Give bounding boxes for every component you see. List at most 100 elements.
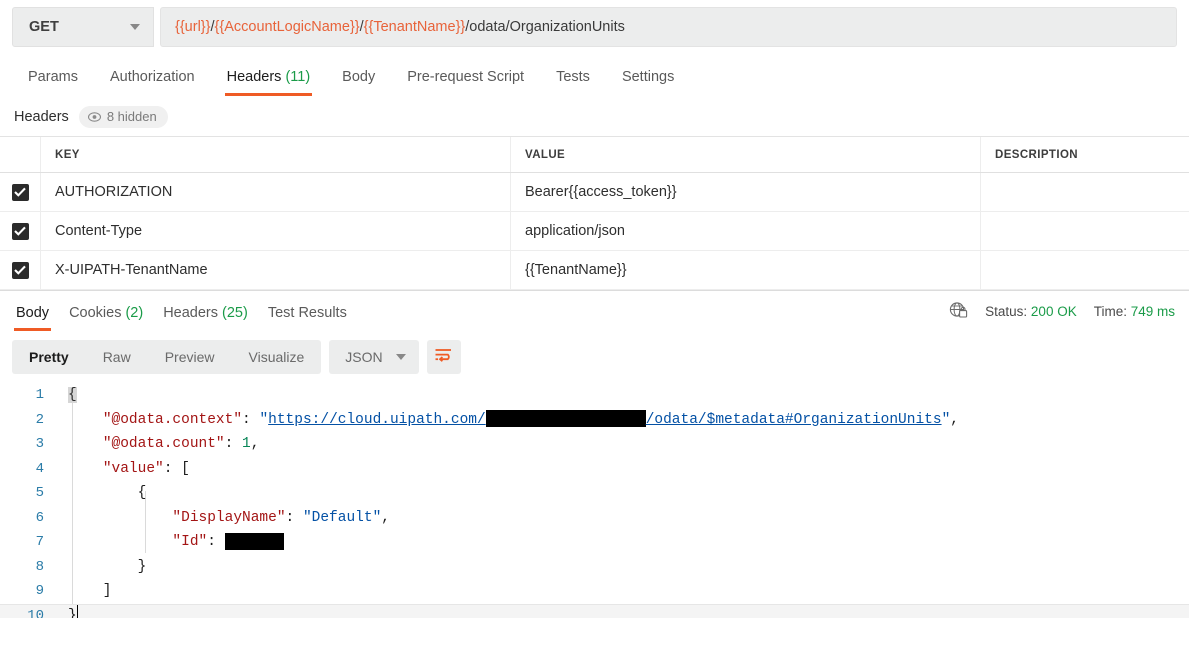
http-method-label: GET [29, 19, 59, 35]
request-tab-tests[interactable]: Tests [540, 69, 606, 96]
request-tab-authorization[interactable]: Authorization [94, 69, 211, 96]
code-line: 6 "DisplayName": "Default", [0, 506, 1189, 531]
tab-label: Body [342, 69, 376, 85]
header-enabled-checkbox[interactable] [11, 222, 29, 240]
response-tab-cookies[interactable]: Cookies (2) [59, 305, 153, 331]
header-description-cell[interactable] [980, 212, 1189, 250]
code-text: { [56, 383, 1189, 408]
code-line: 3 "@odata.count": 1, [0, 432, 1189, 457]
code-token: : [242, 411, 260, 428]
header-enabled-checkbox[interactable] [11, 261, 29, 279]
header-key-text: AUTHORIZATION [55, 184, 173, 200]
code-token: : [207, 534, 225, 550]
response-format-toolbar: Pretty Raw Preview Visualize JSON [0, 331, 1189, 383]
format-mode-preview[interactable]: Preview [148, 340, 232, 374]
header-row-checkbox-column [0, 137, 40, 172]
code-token: : [ [163, 460, 190, 477]
line-number: 9 [35, 583, 44, 599]
code-text: } [56, 604, 1189, 619]
format-mode-raw[interactable]: Raw [86, 340, 148, 374]
request-tab-params[interactable]: Params [12, 69, 94, 96]
code-text: } [56, 555, 1189, 580]
header-key-cell[interactable]: X-UIPATH-TenantName [40, 251, 510, 289]
tab-label: Headers [163, 305, 219, 321]
header-value-cell[interactable]: application/json [510, 212, 980, 250]
request-tab-pre-request-script[interactable]: Pre-request Script [391, 69, 540, 96]
code-token: https://cloud.uipath.com/ [268, 411, 486, 428]
table-row: X-UIPATH-TenantName {{TenantName}} [0, 251, 1189, 290]
code-token: 1 [242, 436, 251, 452]
checkmark-icon [14, 226, 26, 236]
line-number: 10 [27, 607, 44, 619]
line-number: 6 [35, 509, 44, 526]
code-text: "Id": [56, 530, 1189, 555]
row-checkbox-cell [0, 212, 40, 250]
tab-label: Body [16, 305, 50, 321]
code-line: 7 "Id": [0, 530, 1189, 555]
response-tab-headers[interactable]: Headers (25) [153, 305, 258, 331]
header-value-variable: {{TenantName}} [525, 262, 627, 278]
code-token: : [224, 436, 243, 452]
column-header-description: DESCRIPTION [995, 148, 1078, 161]
line-number: 1 [35, 387, 44, 403]
redacted-text [485, 410, 646, 428]
code-line: 8 } [0, 555, 1189, 580]
code-token: , [381, 509, 390, 526]
code-token: "value" [102, 460, 164, 477]
code-line: 9 ] [0, 579, 1189, 604]
code-token: , [950, 411, 959, 428]
response-bar: Body Cookies (2) Headers (25) Test Results … [0, 291, 1189, 331]
code-line: 2 "@odata.context": "https://cloud.uipat… [0, 408, 1189, 433]
response-body-editor[interactable]: 1 {2 "@odata.context": "https://cloud.uip… [0, 383, 1189, 618]
tab-label: Tests [556, 69, 590, 85]
request-url-input[interactable]: {{url}}/{{AccountLogicName}}/{{TenantNam… [160, 7, 1177, 47]
headers-title: Headers [14, 109, 69, 125]
tab-label: Headers [226, 69, 282, 85]
checkmark-icon [14, 187, 26, 197]
word-wrap-toggle[interactable] [426, 339, 461, 374]
line-number: 8 [35, 558, 44, 575]
header-value-cell[interactable]: {{TenantName}} [510, 251, 980, 289]
url-variable: {{AccountLogicName}} [214, 19, 360, 35]
code-token: "Id" [172, 534, 208, 550]
response-tab-test-results[interactable]: Test Results [258, 305, 357, 331]
response-language-select[interactable]: JSON [329, 339, 419, 374]
header-key-text: X-UIPATH-TenantName [55, 262, 208, 278]
request-url-text: {{url}}/{{AccountLogicName}}/{{TenantNam… [175, 19, 625, 35]
row-checkbox-cell [0, 173, 40, 211]
code-token: } [68, 607, 77, 619]
line-number: 3 [35, 436, 44, 452]
header-key-cell[interactable]: Content-Type [40, 212, 510, 250]
header-description-cell[interactable] [980, 173, 1189, 211]
code-token: { [68, 485, 147, 501]
header-key-cell[interactable]: AUTHORIZATION [40, 173, 510, 211]
url-variable: {{TenantName}} [363, 19, 466, 35]
text-cursor [76, 605, 79, 618]
header-description-cell[interactable] [980, 251, 1189, 289]
http-method-select[interactable]: GET [12, 7, 154, 47]
tab-label: Settings [621, 69, 675, 85]
request-tab-settings[interactable]: Settings [606, 69, 690, 96]
format-mode-pretty[interactable]: Pretty [12, 340, 86, 374]
header-value-cell[interactable]: Bearer {{access_token}} [510, 173, 980, 211]
code-token: "@odata.context" [102, 411, 243, 428]
tab-label: Params [28, 69, 78, 85]
format-mode-visualize[interactable]: Visualize [232, 340, 322, 374]
tab-count: (11) [281, 69, 311, 85]
tab-label: Pre-request Script [407, 69, 525, 85]
tab-count: (25) [218, 305, 248, 321]
url-literal: /odata/OrganizationUnits [465, 19, 625, 35]
request-tab-headers[interactable]: Headers (11) [211, 69, 327, 96]
header-enabled-checkbox[interactable] [11, 183, 29, 201]
url-variable: {{url}} [175, 19, 211, 35]
code-token: " [941, 411, 951, 428]
hidden-headers-badge[interactable]: 8 hidden [78, 106, 168, 128]
response-tab-body[interactable]: Body [6, 305, 59, 331]
code-text: "@odata.count": 1, [56, 432, 1189, 457]
request-tab-body[interactable]: Body [326, 69, 391, 96]
headers-table: KEY VALUE DESCRIPTION AUTHORIZATION Beare… [0, 136, 1189, 290]
tab-label: Test Results [267, 305, 347, 321]
request-tabs: Params Authorization Headers (11) Body Pre-r… [0, 56, 1189, 96]
